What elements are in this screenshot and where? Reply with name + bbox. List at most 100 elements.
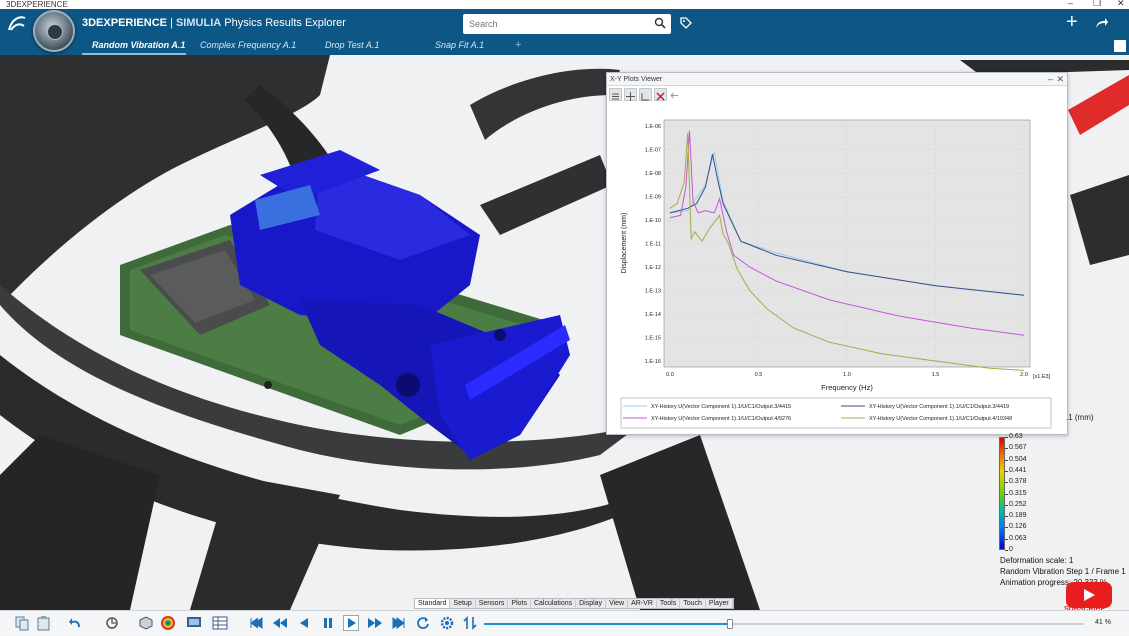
chart-legend: [620, 397, 1052, 429]
slider-fill: [484, 623, 730, 625]
animation-slider[interactable]: [484, 619, 1084, 629]
plot-close-icon[interactable]: ✕: [1056, 73, 1064, 85]
play-icon[interactable]: [343, 615, 359, 631]
os-window-title: 3DEXPERIENCE: [6, 0, 68, 9]
os-title-bar: 3DEXPERIENCE – ❐ ✕: [0, 0, 1129, 9]
brand-separator: |: [166, 17, 176, 29]
add-tab-icon[interactable]: +: [515, 39, 521, 51]
cmd-tab-display[interactable]: Display: [576, 599, 607, 608]
x-tick-label: 0.5: [755, 372, 763, 378]
back-arrow-icon[interactable]: [669, 88, 682, 101]
copy-icon[interactable]: [14, 615, 30, 631]
plot-toolbar: [609, 88, 682, 102]
youtube-subscribe-icon[interactable]: [1066, 582, 1112, 608]
y-axis-label: Displacement (mm): [621, 213, 628, 274]
step-frame-text: Random Vibration Step 1 / Frame 1: [1000, 567, 1126, 576]
rewind-icon[interactable]: [272, 615, 288, 631]
compass-icon[interactable]: [33, 10, 75, 52]
colorbar-tick: [1005, 493, 1008, 495]
cmd-tab-setup[interactable]: Setup: [450, 599, 476, 608]
fast-forward-icon[interactable]: [367, 615, 383, 631]
cmd-tab-touch[interactable]: Touch: [680, 599, 706, 608]
delete-plot-icon[interactable]: [654, 88, 667, 101]
legend-label: XY-History U(Vector Component 1).1/U/C1/…: [651, 404, 791, 410]
paste-icon[interactable]: [36, 615, 52, 631]
loop-icon[interactable]: [415, 615, 431, 631]
colorbar-value: 0.126: [1009, 523, 1027, 531]
cmd-tab-plots[interactable]: Plots: [508, 599, 531, 608]
document-tabs: Random Vibration A.1 Complex Frequency A…: [0, 39, 1129, 55]
colorbar-unit: .1 (mm): [1066, 413, 1094, 422]
colorbar-tick: [1005, 459, 1008, 461]
search-input[interactable]: [463, 14, 643, 34]
legend-label: XY-History U(Vector Component 1).1/U/C1/…: [651, 416, 791, 422]
part-icon[interactable]: [138, 615, 154, 631]
tag-icon[interactable]: [679, 16, 693, 30]
colorbar-value: 0.567: [1009, 444, 1027, 452]
cmd-tab-standard[interactable]: Standard: [415, 599, 451, 608]
maximize-icon[interactable]: [1114, 40, 1126, 52]
cmd-tab-view[interactable]: View: [606, 599, 629, 608]
legend-label: XY-History U(Vector Component 1).1/U/C1/…: [869, 416, 1012, 422]
y-tick-label: 1.E-14: [645, 312, 661, 318]
colorbar-value: 0.504: [1009, 455, 1027, 463]
share-icon[interactable]: [1093, 15, 1109, 31]
cmd-tab-sensors[interactable]: Sensors: [476, 599, 509, 608]
x-tick-label: 2.0: [1020, 372, 1028, 378]
y-axis-ticks: 1.E-06 1.E-07 1.E-08 1.E-09 1.E-10 1.E-11 1.E-…: [645, 124, 661, 365]
y-tick-label: 1.E-08: [645, 171, 661, 177]
y-tick-label: 1.E-07: [645, 148, 661, 154]
y-tick-label: 1.E-15: [645, 336, 661, 342]
display-icon[interactable]: [186, 615, 202, 631]
x-tick-label: 1.0: [843, 372, 851, 378]
xy-plots-viewer[interactable]: X-Y Plots Viewer – ✕ 1.E-06 1.E-07 1.E-08 1…: [606, 72, 1068, 435]
y-tick-label: 1.E-12: [645, 265, 661, 271]
y-tick-label: 1.E-10: [645, 218, 661, 224]
xy-chart[interactable]: 1.E-06 1.E-07 1.E-08 1.E-09 1.E-10 1.E-11 1.E-…: [607, 103, 1067, 435]
tab-snap-fit[interactable]: Snap Fit A.1: [435, 40, 484, 50]
cmd-tab-ar-vr[interactable]: AR-VR: [628, 599, 657, 608]
last-frame-icon[interactable]: [391, 615, 407, 631]
colorbar-tick: [1005, 482, 1008, 484]
x-tick-label: 1.5: [932, 372, 940, 378]
app-header: 3DEXPERIENCE | SIMULIA Physics Results E…: [0, 9, 1129, 39]
contour-plot-icon[interactable]: [160, 615, 176, 631]
pause-icon[interactable]: [320, 615, 336, 631]
cmd-tab-player[interactable]: Player: [706, 599, 733, 608]
close-icon[interactable]: ✕: [1117, 0, 1125, 8]
search-box[interactable]: [463, 14, 671, 34]
first-frame-icon[interactable]: [248, 615, 264, 631]
y-tick-label: 1.E-13: [645, 289, 661, 295]
plot-minimize-icon[interactable]: –: [1048, 73, 1053, 85]
y-tick-label: 1.E-09: [645, 195, 661, 201]
axis-settings-icon[interactable]: [639, 88, 652, 101]
settings-gear-icon[interactable]: [439, 615, 455, 631]
cmd-tab-tools[interactable]: Tools: [657, 599, 681, 608]
plot-window-title: X-Y Plots Viewer: [607, 73, 1067, 86]
colorbar-value: 0: [1009, 546, 1013, 553]
search-icon[interactable]: [654, 17, 666, 29]
y-tick-label: 1.E-16: [645, 359, 661, 365]
tab-drop-test[interactable]: Drop Test A.1: [325, 40, 379, 50]
minimize-icon[interactable]: –: [1068, 0, 1073, 8]
swap-direction-icon[interactable]: [462, 615, 478, 631]
colorbar-value: 0.189: [1009, 512, 1027, 520]
fit-all-icon[interactable]: [624, 88, 637, 101]
colorbar-tick: [1005, 504, 1008, 506]
app-brand: 3DEXPERIENCE | SIMULIA Physics Results E…: [82, 17, 346, 29]
colorbar-value: 0.378: [1009, 478, 1027, 486]
plot-list-icon[interactable]: [609, 88, 622, 101]
tab-complex-frequency[interactable]: Complex Frequency A.1: [200, 40, 296, 50]
restore-icon[interactable]: ❐: [1093, 0, 1101, 8]
colorbar-tick: [1005, 448, 1008, 450]
tab-random-vibration[interactable]: Random Vibration A.1: [92, 40, 185, 50]
colorbar-tick: [1005, 527, 1008, 529]
cmd-tab-calculations[interactable]: Calculations: [531, 599, 577, 608]
step-back-icon[interactable]: [296, 615, 312, 631]
table-icon[interactable]: [212, 615, 228, 631]
add-icon[interactable]: +: [1066, 12, 1078, 32]
colorbar-tick: [1005, 516, 1008, 518]
undo-icon[interactable]: [68, 615, 84, 631]
slider-thumb[interactable]: [727, 619, 733, 629]
tools-icon[interactable]: [104, 615, 120, 631]
